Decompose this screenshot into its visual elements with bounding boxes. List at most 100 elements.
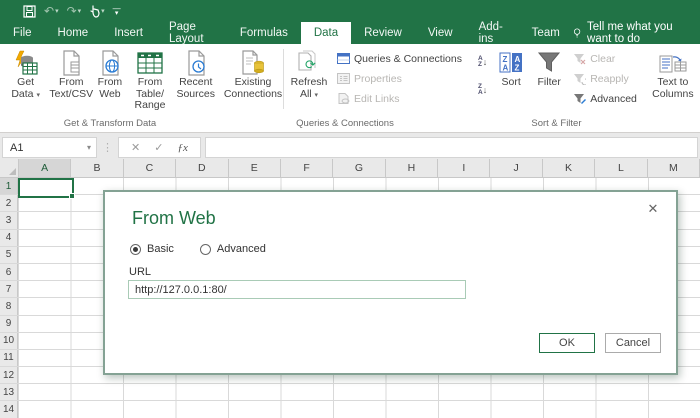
from-web-label: From Web <box>96 77 123 100</box>
column-header-row: ABCDEFGHIJKLM <box>0 159 700 178</box>
from-text-csv-button[interactable]: From Text/CSV <box>49 46 93 115</box>
undo-caret-icon[interactable]: ▾ <box>55 7 59 15</box>
title-bar: ↶▾ ↷▾ ▾ —▾ <box>0 0 700 22</box>
cancel-button[interactable]: Cancel <box>605 333 661 353</box>
lightbulb-icon <box>573 26 581 40</box>
row-header-6[interactable]: 6 <box>0 264 18 280</box>
touch-caret-icon[interactable]: ▾ <box>101 7 105 15</box>
edit-links-icon <box>337 93 350 104</box>
enter-entry-icon[interactable]: ✓ <box>154 141 163 154</box>
row-header-2[interactable]: 2 <box>0 195 18 211</box>
dialog-close-icon[interactable]: ✕ <box>644 200 662 218</box>
clear-filter-icon <box>573 53 586 65</box>
advanced-radio-label: Advanced <box>217 243 266 255</box>
selected-cell-a1[interactable] <box>18 178 74 198</box>
grid-row-14[interactable]: 14 <box>0 401 700 418</box>
clear-filter-button: Clear <box>573 51 637 66</box>
redo-button[interactable]: ↷▾ <box>64 2 85 20</box>
sort-descending-button[interactable]: ZA ↓ <box>476 80 489 100</box>
column-header-d[interactable]: D <box>176 159 228 177</box>
advanced-radio-icon[interactable] <box>200 244 211 255</box>
url-input[interactable] <box>128 280 466 299</box>
recent-sources-label: Recent Sources <box>176 77 215 100</box>
group-sort-filter: AZ ↓ ZA ↓ ZAAZ Sort <box>470 44 643 132</box>
row-header-3[interactable]: 3 <box>0 212 18 228</box>
cancel-entry-icon[interactable]: ✕ <box>131 141 140 154</box>
name-box-caret-icon[interactable]: ▾ <box>87 143 96 152</box>
tab-add-ins[interactable]: Add-ins <box>466 22 519 44</box>
edit-links-button: Edit Links <box>337 91 462 106</box>
from-web-dialog: ✕ From Web Basic Advanced URL OK Cancel <box>103 190 678 375</box>
column-header-g[interactable]: G <box>333 159 385 177</box>
tab-formulas[interactable]: Formulas <box>227 22 301 44</box>
row-header-10[interactable]: 10 <box>0 333 18 349</box>
tab-review[interactable]: Review <box>351 22 415 44</box>
advanced-radio[interactable]: Advanced <box>200 243 266 255</box>
row-header-7[interactable]: 7 <box>0 281 18 297</box>
filter-button[interactable]: Filter <box>529 46 569 115</box>
column-header-b[interactable]: B <box>71 159 123 177</box>
column-header-a[interactable]: A <box>19 159 71 177</box>
undo-button[interactable]: ↶▾ <box>41 2 62 20</box>
filter-label: Filter <box>538 77 561 89</box>
queries-connections-button[interactable]: Queries & Connections <box>337 51 462 66</box>
recent-sources-icon <box>185 49 207 77</box>
tab-team[interactable]: Team <box>519 22 573 44</box>
name-box-value: A1 <box>10 142 23 154</box>
advanced-filter-button[interactable]: Advanced <box>573 91 637 106</box>
from-web-button[interactable]: From Web <box>93 46 126 115</box>
column-header-e[interactable]: E <box>229 159 281 177</box>
formula-input[interactable] <box>205 137 698 158</box>
customize-qat-button[interactable]: —▾ <box>110 2 124 20</box>
ok-button[interactable]: OK <box>539 333 595 353</box>
tab-view[interactable]: View <box>415 22 466 44</box>
basic-radio-icon[interactable] <box>130 244 141 255</box>
get-data-icon <box>13 49 39 77</box>
text-to-columns-button[interactable]: Text to Columns <box>647 46 699 115</box>
row-header-14[interactable]: 14 <box>0 401 18 417</box>
from-table-range-button[interactable]: From Table/ Range <box>127 46 174 115</box>
sort-button[interactable]: ZAAZ Sort <box>493 46 529 115</box>
tab-data[interactable]: Data <box>301 22 351 44</box>
tab-file[interactable]: File <box>0 22 45 44</box>
recent-sources-button[interactable]: Recent Sources <box>173 46 218 115</box>
column-header-i[interactable]: I <box>438 159 490 177</box>
row-header-12[interactable]: 12 <box>0 367 18 383</box>
basic-radio[interactable]: Basic <box>130 243 174 255</box>
column-header-k[interactable]: K <box>543 159 595 177</box>
row-header-8[interactable]: 8 <box>0 298 18 314</box>
tell-me-box[interactable]: Tell me what you want to do <box>573 22 700 44</box>
row-header-1[interactable]: 1 <box>0 178 18 194</box>
row-header-4[interactable]: 4 <box>0 230 18 246</box>
from-table-range-icon <box>137 49 163 77</box>
tab-insert[interactable]: Insert <box>101 22 156 44</box>
row-header-5[interactable]: 5 <box>0 247 18 263</box>
formula-bar-separator: ⋮ <box>97 141 118 154</box>
existing-connections-button[interactable]: Existing Connections <box>224 46 282 115</box>
grid-row-13[interactable]: 13 <box>0 384 700 401</box>
row-header-13[interactable]: 13 <box>0 384 18 400</box>
column-header-m[interactable]: M <box>648 159 700 177</box>
column-header-h[interactable]: H <box>386 159 438 177</box>
row-header-11[interactable]: 11 <box>0 350 18 366</box>
sort-ascending-button[interactable]: AZ ↓ <box>476 52 489 72</box>
sort-desc-arrow-icon: ↓ <box>483 85 488 95</box>
reapply-filter-icon <box>573 73 586 85</box>
save-icon[interactable] <box>20 2 39 20</box>
tab-page-layout[interactable]: Page Layout <box>156 22 227 44</box>
row-header-9[interactable]: 9 <box>0 316 18 332</box>
select-all-corner[interactable] <box>0 159 19 177</box>
queries-connections-label: Queries & Connections <box>354 53 462 65</box>
tab-home[interactable]: Home <box>45 22 102 44</box>
redo-caret-icon[interactable]: ▾ <box>78 7 82 15</box>
column-header-j[interactable]: J <box>490 159 542 177</box>
name-box[interactable]: A1 ▾ <box>2 137 97 158</box>
column-header-l[interactable]: L <box>595 159 647 177</box>
refresh-all-button[interactable]: ⟳ Refresh All ▾ <box>285 46 333 115</box>
column-header-c[interactable]: C <box>124 159 176 177</box>
insert-function-icon[interactable]: ƒx <box>177 142 187 154</box>
touch-mode-button[interactable]: ▾ <box>86 2 108 20</box>
fill-handle[interactable] <box>69 193 75 199</box>
column-header-f[interactable]: F <box>281 159 333 177</box>
get-data-button[interactable]: Get Data ▾ <box>2 46 49 115</box>
